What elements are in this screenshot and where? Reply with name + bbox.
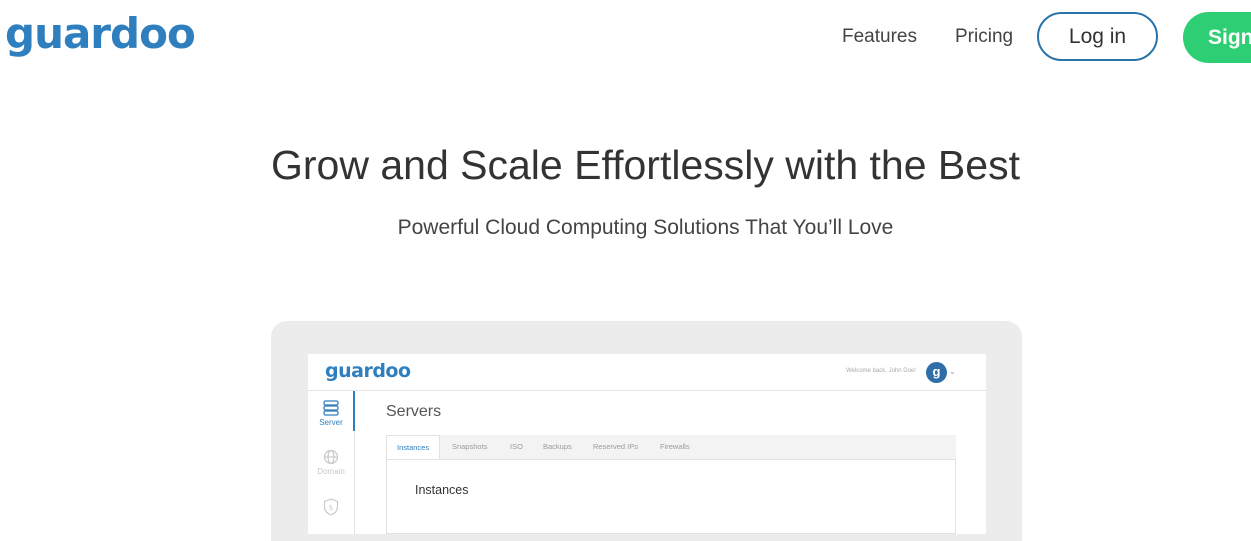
brand-logo[interactable]: guardoo <box>5 4 196 64</box>
instances-panel: Instances <box>386 459 956 534</box>
hero-title: Grow and Scale Effortlessly with the Bes… <box>271 142 1020 188</box>
sidebar-item-security: $ <box>308 498 354 516</box>
avatar: g <box>926 362 947 383</box>
nav-features-link[interactable]: Features <box>842 26 917 48</box>
chevron-down-icon: ⌄ <box>949 367 956 376</box>
page-title: Servers <box>386 403 442 420</box>
server-icon <box>323 400 339 416</box>
sidebar-item-server: Server <box>308 400 354 427</box>
svg-text:$: $ <box>329 504 333 512</box>
nav-pricing-link[interactable]: Pricing <box>955 26 1013 48</box>
tab-backups: Backups <box>543 442 572 451</box>
app-screenshot: guardoo Welcome back, John Doe! g ⌄ Serv… <box>308 354 986 534</box>
tab-bar: Instances Snapshots ISO Backups Reserved… <box>386 435 956 534</box>
hero-subtitle: Powerful Cloud Computing Solutions That … <box>397 216 894 239</box>
tab-iso: ISO <box>510 442 523 451</box>
sidebar-item-label: Domain <box>317 467 345 476</box>
app-sidebar: Server Domain $ <box>308 391 355 534</box>
tab-snapshots: Snapshots <box>452 442 488 451</box>
signup-button[interactable]: Sign <box>1183 12 1251 63</box>
tab-firewalls: Firewalls <box>660 442 690 451</box>
sidebar-item-domain: Domain <box>308 449 354 476</box>
tab-reserved-ips: Reserved IPs <box>593 442 639 451</box>
panel-title: Instances <box>415 483 469 497</box>
app-header: guardoo Welcome back, John Doe! g ⌄ <box>308 354 986 391</box>
tab-instances: Instances <box>386 435 441 461</box>
globe-icon <box>323 449 339 465</box>
app-logo: guardoo <box>325 360 411 382</box>
welcome-text: Welcome back, John Doe! <box>846 368 916 374</box>
login-button[interactable]: Log in <box>1037 12 1158 61</box>
shield-icon: $ <box>323 498 339 516</box>
sidebar-item-label: Server <box>319 418 343 427</box>
